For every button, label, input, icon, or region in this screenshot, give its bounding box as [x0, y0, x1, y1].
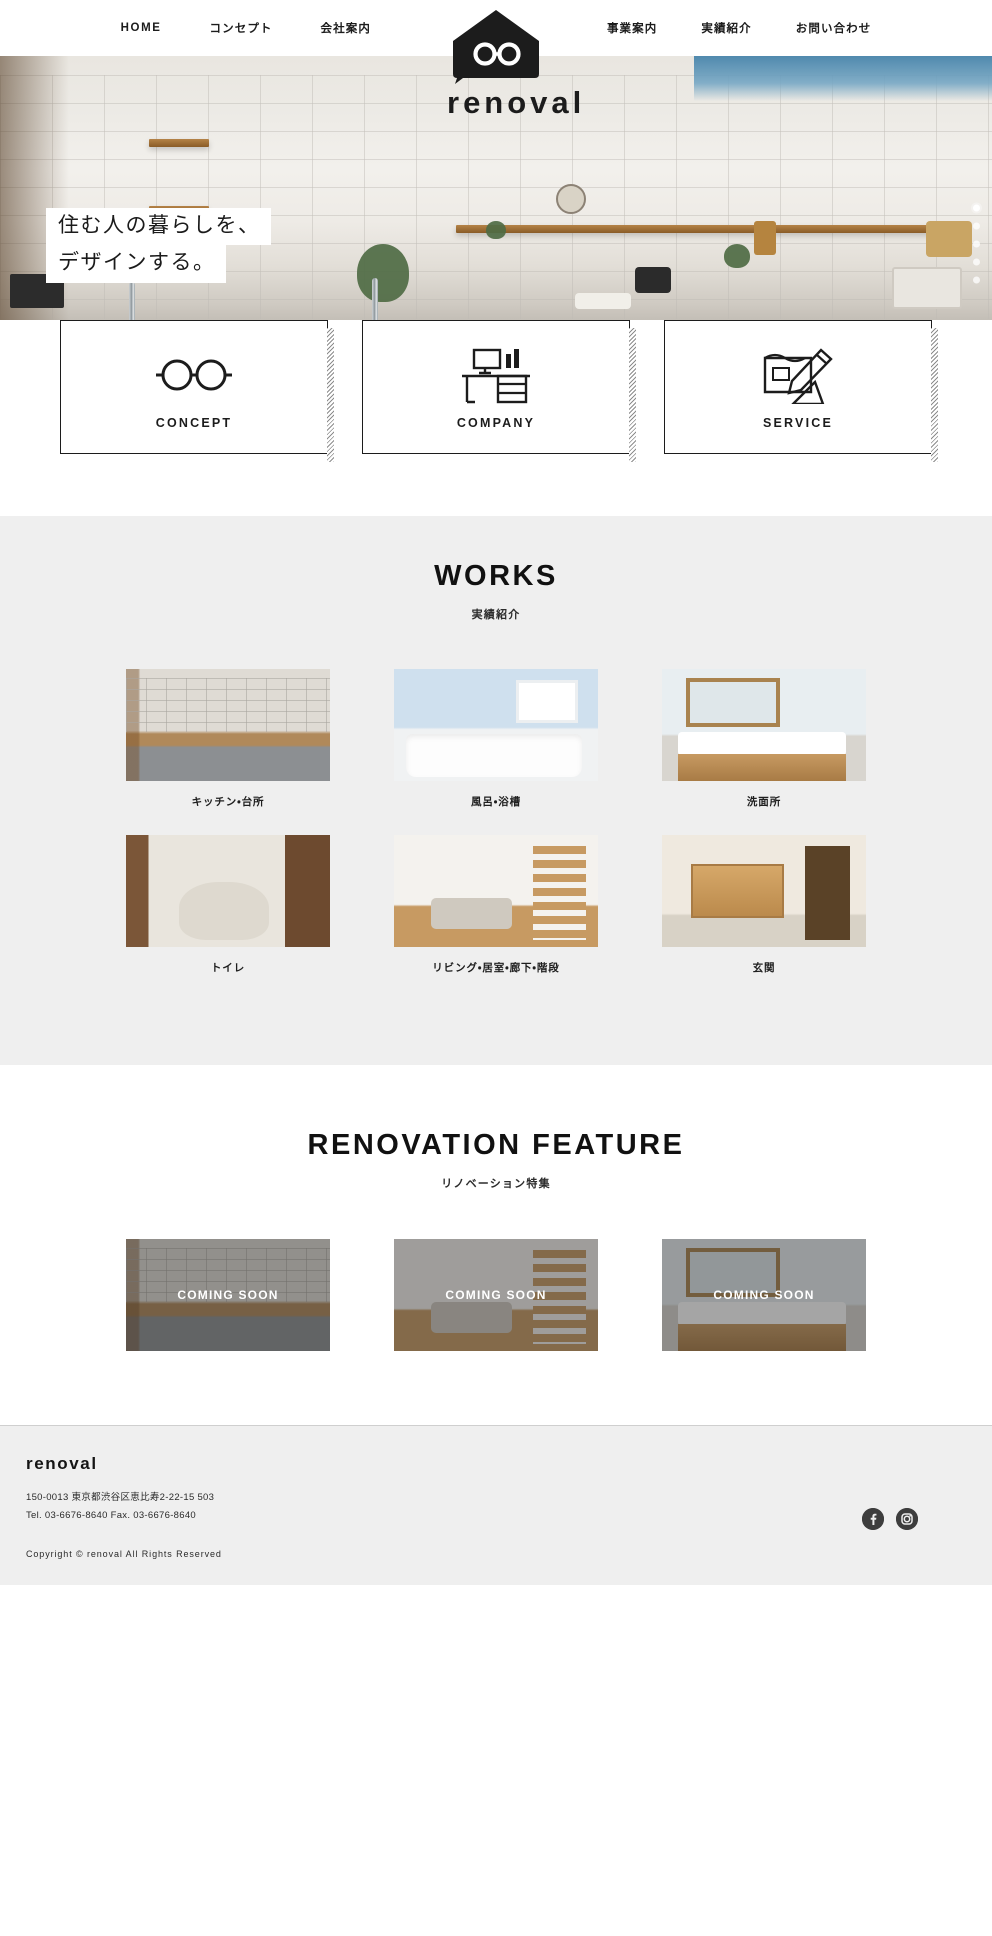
- hero-window-light: [694, 56, 992, 102]
- hero-shelf: [148, 138, 209, 147]
- hero-plant: [486, 221, 507, 240]
- nav-service[interactable]: 事業案内: [607, 20, 657, 36]
- works-grid: キッチン・台所 風呂・浴槽 洗面所 トイレ リビング・居室・廊下・階段 玄関: [126, 669, 866, 975]
- nav-contact[interactable]: お問い合わせ: [796, 20, 872, 36]
- hero-plant: [357, 244, 410, 302]
- facebook-icon[interactable]: [862, 1508, 884, 1530]
- work-caption: キッチン・台所: [191, 796, 265, 808]
- work-thumb: [662, 669, 866, 781]
- desk-computer-icon: [458, 344, 534, 406]
- hero-headline-line-1: 住む人の暮らしを、: [46, 208, 271, 246]
- hero-bowl-stack: [575, 292, 632, 309]
- hero-shelf: [456, 225, 933, 234]
- site-footer: renoval 150-0013 東京都渋谷区恵比寿2-22-15 503 Te…: [0, 1425, 992, 1586]
- feature-item-2[interactable]: COMING SOON: [394, 1239, 598, 1351]
- work-caption: 洗面所: [746, 796, 782, 808]
- work-thumb: [126, 835, 330, 947]
- site-logo[interactable]: renoval: [447, 8, 586, 120]
- hero-dot-1[interactable]: [973, 204, 980, 212]
- hero-dot-4[interactable]: [973, 258, 980, 266]
- glasses-icon: [152, 344, 236, 406]
- hero-slider-dots[interactable]: [973, 204, 980, 284]
- feature-section: RENOVATION FEATURE リノベーション特集 COMING SOON…: [0, 1065, 992, 1425]
- feature-item-label: COMING SOON: [713, 1288, 815, 1302]
- hero-cutting-board: [753, 221, 776, 256]
- hero-basket: [926, 221, 973, 258]
- footer-telephone: Tel. 03-6676-8640 Fax. 03-6676-8640: [26, 1509, 197, 1521]
- card-concept-label: CONCEPT: [155, 416, 233, 430]
- feature-item-label: COMING SOON: [177, 1288, 279, 1302]
- nav-company[interactable]: 会社案内: [321, 20, 371, 36]
- works-section: WORKS 実績紹介 キッチン・台所 風呂・浴槽 洗面所 トイレ リビング・居室…: [0, 516, 992, 1065]
- quicklink-cards: CONCEPT COMPANY SERVICE: [0, 320, 992, 516]
- works-subtitle: 実績紹介: [471, 609, 521, 621]
- feature-item-label: COMING SOON: [445, 1288, 547, 1302]
- card-service-label: SERVICE: [762, 416, 834, 430]
- footer-address: 150-0013 東京都渋谷区恵比寿2-22-15 503: [26, 1492, 215, 1503]
- hero-pot: [634, 266, 671, 293]
- feature-item-3[interactable]: COMING SOON: [662, 1239, 866, 1351]
- feature-title: RENOVATION FEATURE: [307, 1129, 685, 1161]
- blueprint-pencil-icon: [759, 344, 837, 406]
- hero-plant: [724, 244, 751, 268]
- nav-concept[interactable]: コンセプト: [210, 20, 273, 36]
- feature-subtitle: リノベーション特集: [441, 1178, 551, 1190]
- social-links: [862, 1508, 918, 1530]
- work-caption: トイレ: [210, 962, 246, 974]
- work-caption: 風呂・浴槽: [470, 796, 522, 808]
- card-company-label: COMPANY: [456, 416, 536, 430]
- work-thumb: [126, 669, 330, 781]
- nav-group-left: HOME コンセプト 会社案内: [121, 20, 371, 36]
- house-glasses-logo-icon: [447, 8, 545, 84]
- feature-item-1[interactable]: COMING SOON: [126, 1239, 330, 1351]
- hero-dot-2[interactable]: [973, 222, 980, 230]
- work-item-living[interactable]: リビング・居室・廊下・階段: [394, 835, 598, 975]
- work-thumb: [394, 835, 598, 947]
- instagram-icon[interactable]: [896, 1508, 918, 1530]
- nav-group-right: 事業案内 実績紹介 お問い合わせ: [607, 20, 871, 36]
- work-thumb: [394, 669, 598, 781]
- hero-headline: 住む人の暮らしを、 デザインする。: [46, 208, 271, 283]
- hero-dot-3[interactable]: [973, 240, 980, 248]
- nav-home[interactable]: HOME: [121, 22, 162, 34]
- work-item-toilet[interactable]: トイレ: [126, 835, 330, 975]
- nav-works[interactable]: 実績紹介: [701, 20, 751, 36]
- card-company[interactable]: COMPANY: [362, 320, 636, 462]
- work-caption: リビング・居室・廊下・階段: [432, 962, 560, 974]
- work-item-washroom[interactable]: 洗面所: [662, 669, 866, 809]
- card-service[interactable]: SERVICE: [664, 320, 938, 462]
- footer-address-block: 150-0013 東京都渋谷区恵比寿2-22-15 503 Tel. 03-66…: [26, 1489, 966, 1524]
- hero-clock: [555, 183, 586, 214]
- hero-microwave: [892, 266, 963, 309]
- hero-headline-line-2: デザインする。: [46, 245, 226, 283]
- hero-dot-5[interactable]: [973, 276, 980, 284]
- work-item-bath[interactable]: 風呂・浴槽: [394, 669, 598, 809]
- logo-wordmark: renoval: [447, 85, 586, 120]
- work-item-kitchen[interactable]: キッチン・台所: [126, 669, 330, 809]
- footer-copyright: Copyright © renoval All Rights Reserved: [26, 1549, 222, 1560]
- footer-logo[interactable]: renoval: [26, 1454, 966, 1474]
- work-thumb: [662, 835, 866, 947]
- work-caption: 玄関: [752, 962, 776, 974]
- feature-grid: COMING SOON COMING SOON COMING SOON: [126, 1239, 866, 1351]
- card-concept[interactable]: CONCEPT: [60, 320, 334, 462]
- works-title: WORKS: [434, 560, 558, 592]
- work-item-entrance[interactable]: 玄関: [662, 835, 866, 975]
